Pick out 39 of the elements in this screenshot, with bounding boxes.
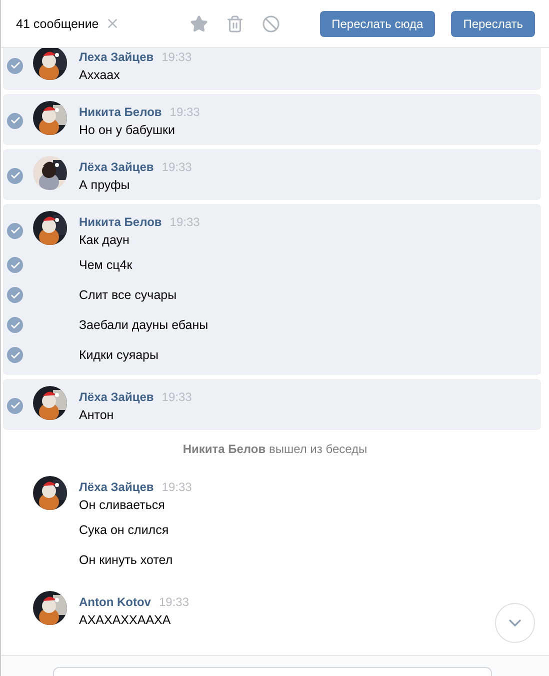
message-time: 19:33 — [158, 594, 190, 610]
check-icon[interactable] — [7, 317, 23, 333]
check-icon[interactable] — [7, 58, 23, 74]
message-time: 19:33 — [162, 478, 192, 496]
check-icon[interactable] — [7, 398, 23, 414]
author-name[interactable]: Лёха Зайцев — [79, 478, 154, 496]
message-text: А пруфы — [79, 178, 130, 192]
service-message: Никита Белов вышел из беседы — [182, 441, 368, 458]
check-icon[interactable] — [7, 222, 23, 238]
author-name[interactable]: Лёха Зайцев — [79, 158, 154, 176]
forward-button[interactable]: Переслать — [451, 10, 535, 36]
message-text: Антон — [79, 408, 114, 422]
message-text: Он кинуть хотел — [79, 553, 173, 567]
message-text: Как даун — [79, 232, 130, 246]
message-text: АХАХАХХААХА — [79, 612, 171, 626]
check-icon[interactable] — [7, 347, 23, 363]
block-icon[interactable] — [262, 14, 280, 32]
forward-button[interactable]: Переслать сюда — [320, 10, 436, 36]
message-text: Но он у бабушки — [79, 122, 175, 136]
check-icon[interactable] — [7, 287, 23, 303]
message-text: Кидки суяары — [79, 348, 158, 362]
check-icon[interactable] — [7, 112, 23, 128]
check-icon[interactable] — [7, 257, 23, 273]
author-name[interactable]: Леха Зайцев — [79, 48, 154, 66]
trash-icon[interactable] — [226, 14, 244, 32]
message-text: Он сливаеться — [79, 498, 165, 512]
message-text: Сука он слился — [79, 523, 169, 537]
check-icon[interactable] — [7, 168, 23, 184]
message-text: Заебали дауны ебаны — [79, 318, 208, 332]
scroll-down-button[interactable] — [495, 603, 535, 643]
author-name[interactable]: Никита Белов — [79, 212, 162, 230]
star-icon[interactable] — [190, 14, 208, 32]
message-text: Аххаах — [79, 68, 120, 82]
author-name[interactable]: Никита Белов — [79, 102, 162, 120]
author-name[interactable]: Лёха Зайцев — [79, 388, 154, 406]
author-name[interactable]: Anton Kotov — [79, 592, 151, 610]
selected-count: 41 сообщение — [16, 16, 99, 30]
message-text: Чем сц4к — [79, 258, 132, 272]
message-text: Слит все сучары — [79, 288, 177, 302]
